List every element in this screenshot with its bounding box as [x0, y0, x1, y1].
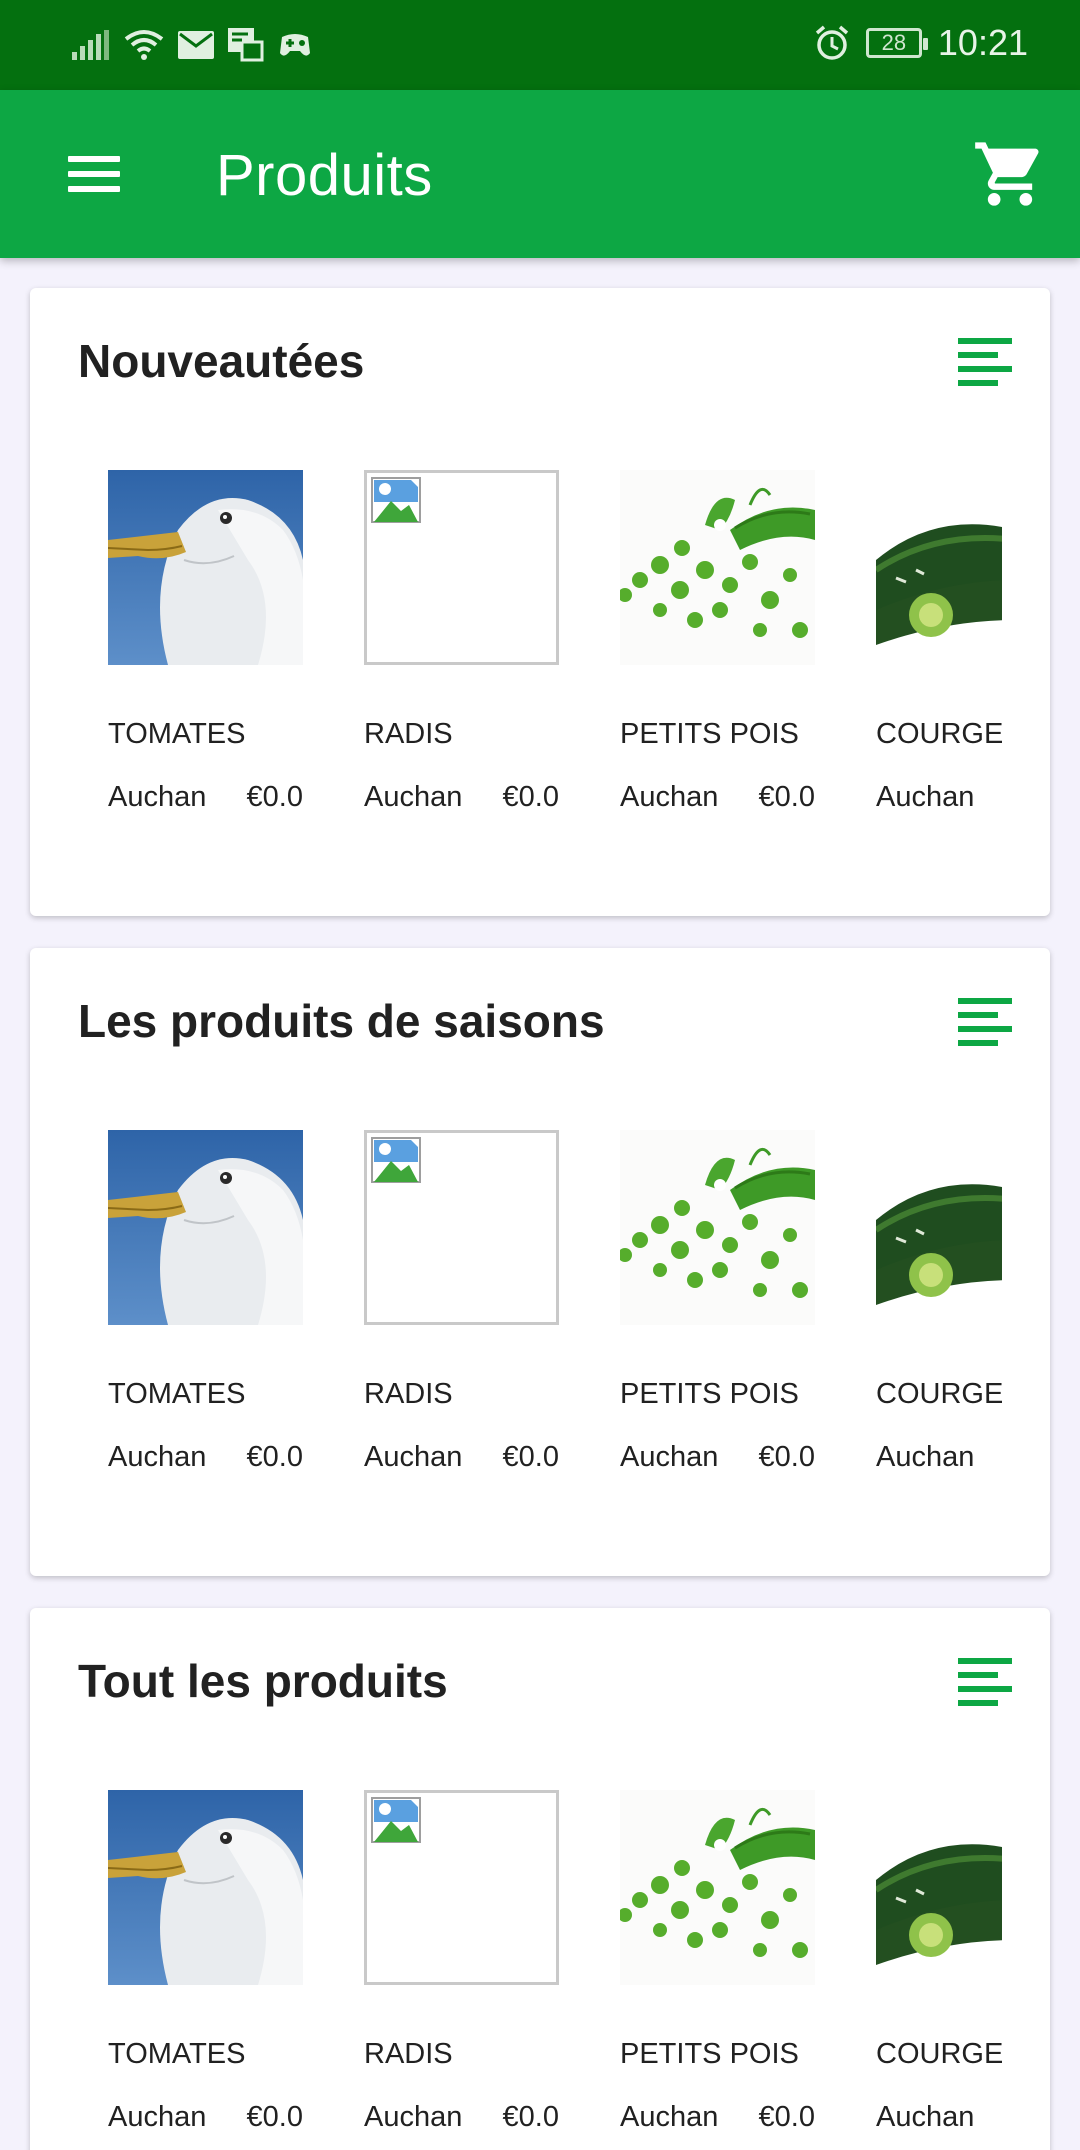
- product-shop: Auchan: [108, 781, 207, 813]
- product-shop: Auchan: [620, 2101, 719, 2133]
- battery-indicator: 28: [865, 28, 928, 58]
- product-carousel[interactable]: TOMATES Auchan €0.0 RADIS Auchan €0.0 PETITS P…: [108, 470, 1002, 830]
- section-title: Tout les produits: [78, 1655, 448, 1707]
- broken-image-icon: [364, 1130, 559, 1325]
- product-price: €0.0: [502, 2101, 559, 2133]
- peas-photo: [620, 1130, 815, 1325]
- page-title: Produits: [216, 143, 433, 208]
- section-card-saisons: Les produits de saisons TOMATES Auchan €0.0…: [30, 948, 1050, 1576]
- section-title: Nouveautées: [78, 335, 365, 387]
- product-price: €0.0: [758, 2101, 815, 2133]
- sort-lines-icon[interactable]: [958, 1656, 1014, 1708]
- product-shop: Auchan: [876, 1441, 975, 1473]
- product-price: €0.0: [246, 1441, 303, 1473]
- wifi-icon: [124, 29, 164, 61]
- product-name: TOMATES: [108, 718, 246, 750]
- product-shop: Auchan: [364, 2101, 463, 2133]
- product-name: COURGETTES: [876, 2038, 1002, 2070]
- sort-lines-icon[interactable]: [958, 996, 1014, 1048]
- product-card[interactable]: RADIS Auchan €0.0: [364, 470, 559, 813]
- product-name: RADIS: [364, 718, 453, 750]
- product-name: COURGETTES: [876, 1378, 1002, 1410]
- zucchini-photo: [876, 1790, 1002, 1985]
- product-shop: Auchan: [876, 2101, 975, 2133]
- seagull-photo: [108, 1130, 303, 1325]
- app-bar: Produits: [0, 90, 1080, 258]
- product-shop: Auchan: [108, 1441, 207, 1473]
- product-name: PETITS POIS: [620, 718, 799, 750]
- product-name: RADIS: [364, 2038, 453, 2070]
- product-name: COURGETTES: [876, 718, 1002, 750]
- status-icons-right: 28 10:21: [814, 22, 1028, 64]
- peas-photo: [620, 1790, 815, 1985]
- status-bar: 28 10:21: [0, 0, 1080, 90]
- clock: 10:21: [937, 22, 1028, 63]
- product-card[interactable]: COURGETTESAuchan€0.0: [876, 470, 1002, 813]
- product-shop: Auchan: [364, 781, 463, 813]
- product-price: €0.0: [246, 781, 303, 813]
- product-shop: Auchan: [620, 781, 719, 813]
- hamburger-menu-icon[interactable]: [64, 150, 124, 198]
- product-price: €0.0: [758, 1441, 815, 1473]
- broken-image-icon: [364, 470, 559, 665]
- product-name: TOMATES: [108, 1378, 246, 1410]
- signal-icon: [72, 30, 110, 60]
- product-shop: Auchan: [876, 781, 975, 813]
- sim-icon: [228, 28, 264, 62]
- product-name: PETITS POIS: [620, 2038, 799, 2070]
- product-card[interactable]: PETITS POIS Auchan €0.0: [620, 1790, 815, 2133]
- product-card[interactable]: RADIS Auchan €0.0: [364, 1790, 559, 2133]
- seagull-photo: [108, 470, 303, 665]
- product-shop: Auchan: [620, 1441, 719, 1473]
- product-price: €0.0: [502, 1441, 559, 1473]
- product-price: €0.0: [758, 781, 815, 813]
- product-card[interactable]: PETITS POIS Auchan €0.0: [620, 470, 815, 813]
- seagull-photo: [108, 1790, 303, 1985]
- section-card-nouveautees: Nouveautées TOMATES Auchan €0.0 RADIS Auchan €…: [30, 288, 1050, 916]
- product-carousel[interactable]: TOMATES Auchan €0.0 RADIS Auchan €0.0 PETITS P…: [108, 1790, 1002, 2150]
- alarm-icon: [814, 25, 850, 61]
- section-card-tout: Tout les produits TOMATES Auchan €0.0 RADIS A…: [30, 1608, 1050, 2150]
- product-card[interactable]: TOMATES Auchan €0.0: [108, 1790, 303, 2133]
- shopping-cart-icon[interactable]: [972, 136, 1048, 212]
- zucchini-photo: [876, 470, 1002, 665]
- product-price: €0.0: [502, 781, 559, 813]
- product-name: TOMATES: [108, 2038, 246, 2070]
- product-card[interactable]: COURGETTESAuchan€0.0: [876, 1790, 1002, 2133]
- broken-image-icon: [364, 1790, 559, 1985]
- product-name: PETITS POIS: [620, 1378, 799, 1410]
- product-card[interactable]: PETITS POIS Auchan €0.0: [620, 1130, 815, 1473]
- product-card[interactable]: RADIS Auchan €0.0: [364, 1130, 559, 1473]
- sort-lines-icon[interactable]: [958, 336, 1014, 388]
- product-card[interactable]: COURGETTESAuchan€0.0: [876, 1130, 1002, 1473]
- zucchini-photo: [876, 1130, 1002, 1325]
- product-price: €0.0: [246, 2101, 303, 2133]
- section-title: Les produits de saisons: [78, 995, 605, 1047]
- peas-photo: [620, 470, 815, 665]
- product-shop: Auchan: [108, 2101, 207, 2133]
- game-icon: [278, 31, 312, 59]
- product-carousel[interactable]: TOMATES Auchan €0.0 RADIS Auchan €0.0 PETITS P…: [108, 1130, 1002, 1490]
- product-card[interactable]: TOMATES Auchan €0.0: [108, 1130, 303, 1473]
- product-shop: Auchan: [364, 1441, 463, 1473]
- status-icons-left: [72, 28, 312, 62]
- product-name: RADIS: [364, 1378, 453, 1410]
- mail-icon: [178, 31, 214, 59]
- product-card[interactable]: TOMATES Auchan €0.0: [108, 470, 303, 813]
